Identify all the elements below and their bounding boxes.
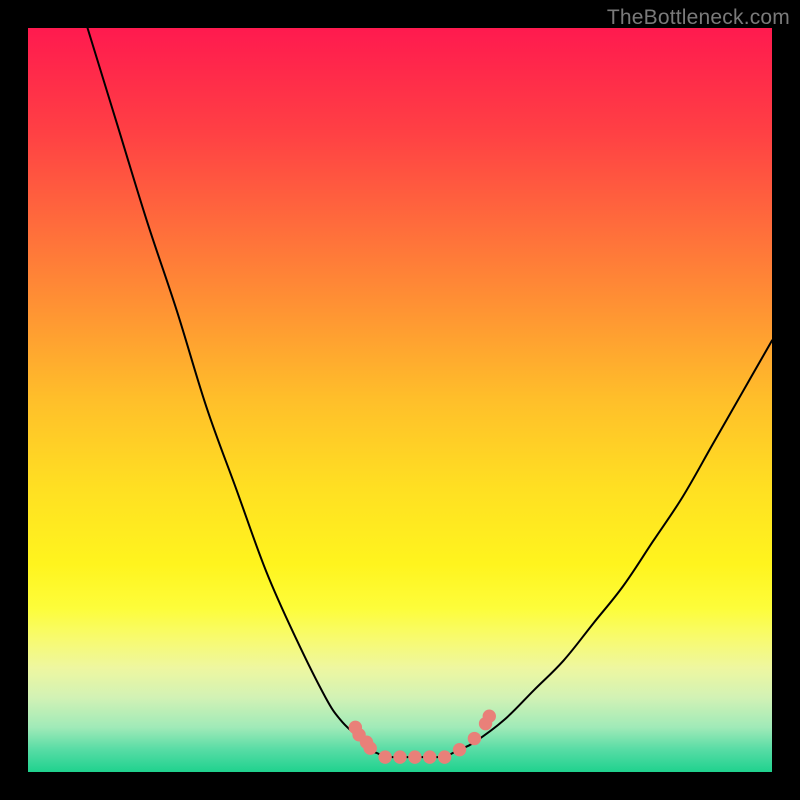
marker-point (378, 750, 391, 763)
chart-frame: TheBottleneck.com (0, 0, 800, 800)
watermark-text: TheBottleneck.com (607, 6, 790, 30)
marker-point (483, 710, 496, 723)
series-left-curve (88, 28, 386, 757)
marker-point (408, 750, 421, 763)
valley-markers (349, 710, 496, 764)
marker-point (364, 741, 377, 754)
curve-lines (88, 28, 772, 757)
marker-point (438, 750, 451, 763)
plot-area (28, 28, 772, 772)
chart-svg (28, 28, 772, 772)
marker-point (453, 743, 466, 756)
marker-point (393, 750, 406, 763)
marker-point (423, 750, 436, 763)
series-right-curve (445, 340, 772, 757)
marker-point (468, 732, 481, 745)
